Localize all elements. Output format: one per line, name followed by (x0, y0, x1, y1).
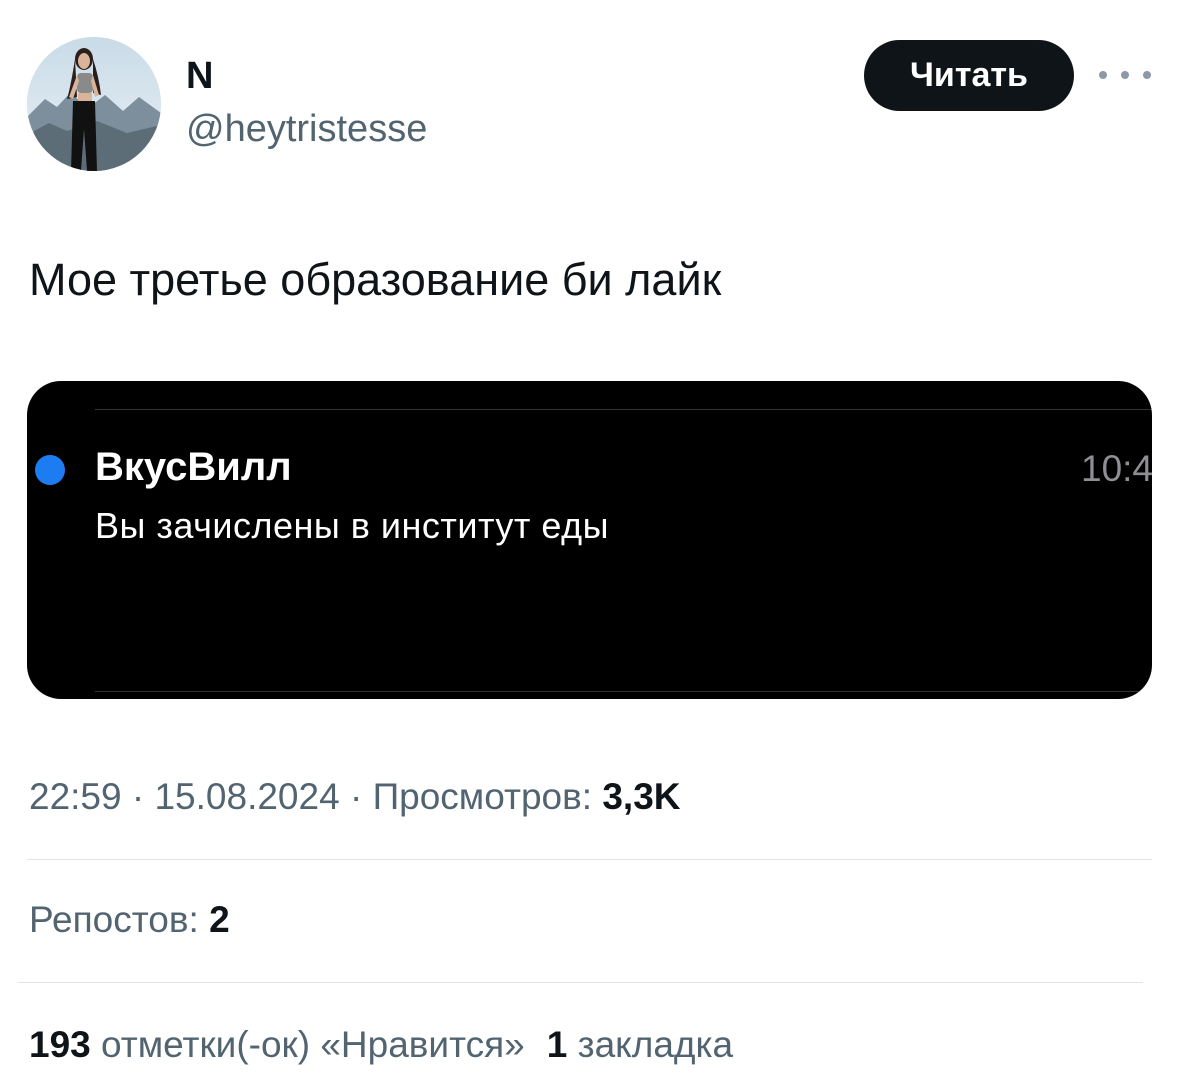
meta-separator: · (349, 776, 363, 817)
views-count: 3,3K (602, 776, 681, 817)
likes-link[interactable]: 193 отметки(-ок) «Нравится» (29, 1024, 525, 1065)
divider-line (95, 409, 1152, 410)
reposts-link[interactable]: Репостов: 2 (29, 897, 230, 943)
author-display-name[interactable]: N (186, 54, 213, 98)
notification-sender: ВкусВилл (95, 445, 292, 489)
more-dot (1099, 71, 1107, 79)
avatar-image (27, 37, 161, 171)
divider-line (95, 691, 1152, 692)
author-handle[interactable]: @heytristesse (186, 106, 427, 152)
reposts-label: Репостов: (29, 899, 199, 940)
reposts-count: 2 (209, 899, 230, 940)
bookmarks-label: закладка (577, 1024, 734, 1065)
tweet-media-image[interactable]: ВкусВилл 10:4 Вы зачислены в институт ед… (27, 381, 1152, 699)
more-dot (1143, 71, 1151, 79)
views-label: Просмотров: (372, 776, 593, 817)
divider (18, 982, 1143, 983)
likes-count: 193 (29, 1024, 91, 1065)
tweet-date[interactable]: 15.08.2024 (154, 776, 339, 817)
follow-button[interactable]: Читать (864, 40, 1074, 111)
tweet-text: Мое третье образование би лайк (29, 254, 722, 305)
notification-time: 10:4 (1081, 448, 1152, 489)
more-horizontal-icon[interactable] (1099, 60, 1151, 90)
bookmarks-link[interactable]: 1 закладка (547, 1024, 733, 1065)
divider (27, 859, 1152, 860)
tweet-meta: 22:59 · 15.08.2024 · Просмотров: 3,3K (29, 774, 681, 820)
bookmarks-count: 1 (546, 1024, 568, 1065)
notification-body: Вы зачислены в институт еды (95, 505, 609, 546)
unread-dot-icon (35, 455, 65, 485)
author-avatar[interactable] (27, 37, 161, 171)
tweet-time[interactable]: 22:59 (29, 776, 122, 817)
more-dot (1121, 71, 1129, 79)
meta-separator: · (131, 776, 145, 817)
likes-label: отметки(-ок) «Нравится» (101, 1024, 525, 1065)
engagement-stats: 193 отметки(-ок) «Нравится» 1 закладка (29, 1022, 733, 1068)
